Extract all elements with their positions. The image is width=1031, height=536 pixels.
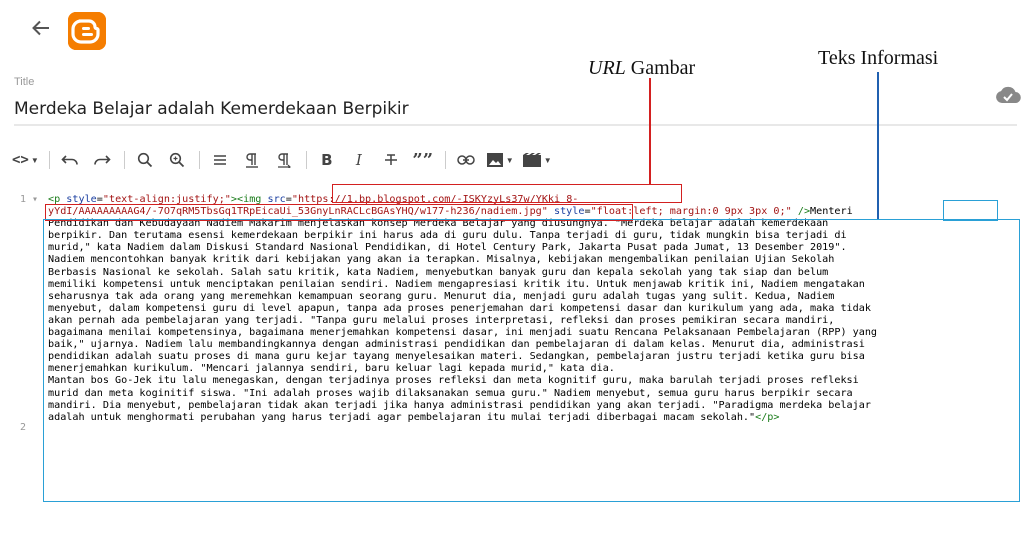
code-token: Berbasis Nasional ke sekolah. Salah satu… — [48, 266, 829, 278]
strikethrough-icon[interactable] — [379, 147, 403, 173]
search-icon[interactable] — [133, 147, 157, 173]
code-line: adalah untuk menghormati perubahan yang … — [48, 412, 1023, 424]
code-token: bagaimana menilai kompetensinya, bagaima… — [48, 327, 878, 339]
info-annotation-line — [877, 72, 879, 219]
code-line: Nadiem mencontohkan banyak kritik dari k… — [48, 254, 1023, 266]
code-token: Menteri — [810, 206, 853, 218]
code-token: Mantan bos Go-Jek itu lalu menegaskan, d… — [48, 375, 859, 387]
code-token: menyebut, dalam kompetensi guru di level… — [48, 302, 871, 314]
arrow-left-icon[interactable] — [30, 17, 52, 39]
image-icon[interactable]: ▼ — [486, 147, 514, 173]
indent-icon[interactable] — [208, 147, 232, 173]
code-line: murid," kata Nadiem dalam Diskusi Standa… — [48, 242, 1023, 254]
code-token: "https://1.bp.blogspot.com/-ISKYzyLs37w/… — [291, 194, 579, 205]
paragraph-right-icon[interactable] — [272, 147, 296, 173]
toolbar-divider — [123, 151, 125, 169]
title-label: Title — [14, 76, 35, 88]
code-token: style — [553, 206, 585, 218]
code-line: Mantan bos Go-Jek itu lalu menegaskan, d… — [48, 375, 1023, 387]
video-icon[interactable]: ▼ — [522, 147, 552, 173]
toolbar-divider — [444, 151, 446, 169]
italic-button[interactable]: I — [347, 147, 371, 173]
code-token: /> — [797, 206, 811, 218]
undo-icon[interactable] — [58, 147, 82, 173]
code-line: Pendidikan dan Kebudayaan Nadiem Makarim… — [48, 218, 1023, 230]
title-underline — [14, 124, 1017, 126]
code-token: Pendidikan dan Kebudayaan Nadiem Makarim… — [48, 218, 829, 230]
code-line: menyebut, dalam kompetensi guru di level… — [48, 303, 1023, 315]
line-number: 1 ▾ — [20, 194, 39, 205]
post-title-input[interactable]: Merdeka Belajar adalah Kemerdekaan Berpi… — [14, 99, 409, 119]
code-token: <p — [48, 194, 67, 205]
editor-toolbar: <> ▼ B I ”” ▼ ▼ — [12, 146, 560, 174]
cloud-check-icon — [995, 86, 1021, 104]
code-token: seharusnya tak ada orang yang meremehkan… — [48, 290, 835, 302]
html-code-editor[interactable]: 1 ▾ 2 <p style="text-align:justify;"><im… — [0, 190, 1031, 536]
url-annotation-line — [649, 78, 651, 184]
code-line: mandiri. Dia menyebut, pembelajaran tida… — [48, 400, 1023, 412]
code-token: "text-align:justify;" — [102, 194, 231, 205]
code-token: mandiri. Dia menyebut, pembelajaran tida… — [48, 399, 871, 411]
code-token: menerjemahkan kurikulum. "Mencari jalann… — [48, 363, 615, 375]
code-token: Nadiem mencontohkan banyak kritik dari k… — [48, 254, 835, 266]
paragraph-left-icon[interactable] — [240, 147, 264, 173]
html-view-dropdown[interactable]: <> ▼ — [12, 147, 39, 173]
code-line: menerjemahkan kurikulum. "Mencari jalann… — [48, 363, 1023, 375]
code-token: memiliki kompetensi untuk menciptakan pe… — [48, 278, 865, 290]
code-line: Berbasis Nasional ke sekolah. Salah satu… — [48, 267, 1023, 279]
code-line: pendidikan adalah suatu proses di mana g… — [48, 351, 1023, 363]
code-token: style — [66, 194, 97, 205]
toolbar-divider — [305, 151, 307, 169]
url-gambar-annotation: URL Gambar — [588, 57, 696, 79]
toolbar-divider — [198, 151, 200, 169]
link-icon[interactable] — [454, 147, 478, 173]
code-line: akan pernah ada pembelajaran yang terjad… — [48, 315, 1023, 327]
code-token: "float:left; margin:0 9px 3px 0;" — [590, 206, 792, 218]
teks-informasi-annotation: Teks Informasi — [818, 47, 939, 69]
code-token: yYdI/AAAAAAAAAG4/-7O7qRM5TbsGq1TRpEicaUi… — [48, 206, 548, 218]
code-token: adalah untuk menghormati perubahan yang … — [48, 411, 756, 423]
redo-icon[interactable] — [90, 147, 114, 173]
blogger-logo-icon[interactable] — [68, 12, 106, 50]
code-token: ><img — [230, 194, 268, 205]
replace-icon[interactable] — [165, 147, 189, 173]
code-line: baik," ujarnya. Nadiem lalu membandingka… — [48, 339, 1023, 351]
code-line: murid dan meta koginitif siswa. "Ini ada… — [48, 388, 1023, 400]
code-line: berpikir. Dan terutama esensi kemerdekaa… — [48, 230, 1023, 242]
html-source-code[interactable]: <p style="text-align:justify;"><img src=… — [48, 194, 1023, 424]
bold-button[interactable]: B — [315, 147, 339, 173]
code-line: seharusnya tak ada orang yang meremehkan… — [48, 291, 1023, 303]
code-token: baik," ujarnya. Nadiem lalu membandingka… — [48, 339, 865, 351]
code-token: murid dan meta koginitif siswa. "Ini ada… — [48, 387, 853, 399]
code-line: memiliki kompetensi untuk menciptakan pe… — [48, 279, 1023, 291]
toolbar-divider — [48, 151, 50, 169]
quote-icon[interactable]: ”” — [411, 147, 435, 173]
code-token: pendidikan adalah suatu proses di mana g… — [48, 351, 865, 363]
code-token: </p> — [755, 411, 780, 423]
code-token: src — [267, 194, 286, 205]
code-line: bagaimana menilai kompetensinya, bagaima… — [48, 327, 1023, 339]
code-token: berpikir. Dan terutama esensi kemerdekaa… — [48, 230, 847, 242]
line-number: 2 — [20, 422, 27, 433]
code-token: akan pernah ada pembelajaran yang terjad… — [48, 314, 835, 326]
code-token: murid," kata Nadiem dalam Diskusi Standa… — [48, 242, 847, 254]
